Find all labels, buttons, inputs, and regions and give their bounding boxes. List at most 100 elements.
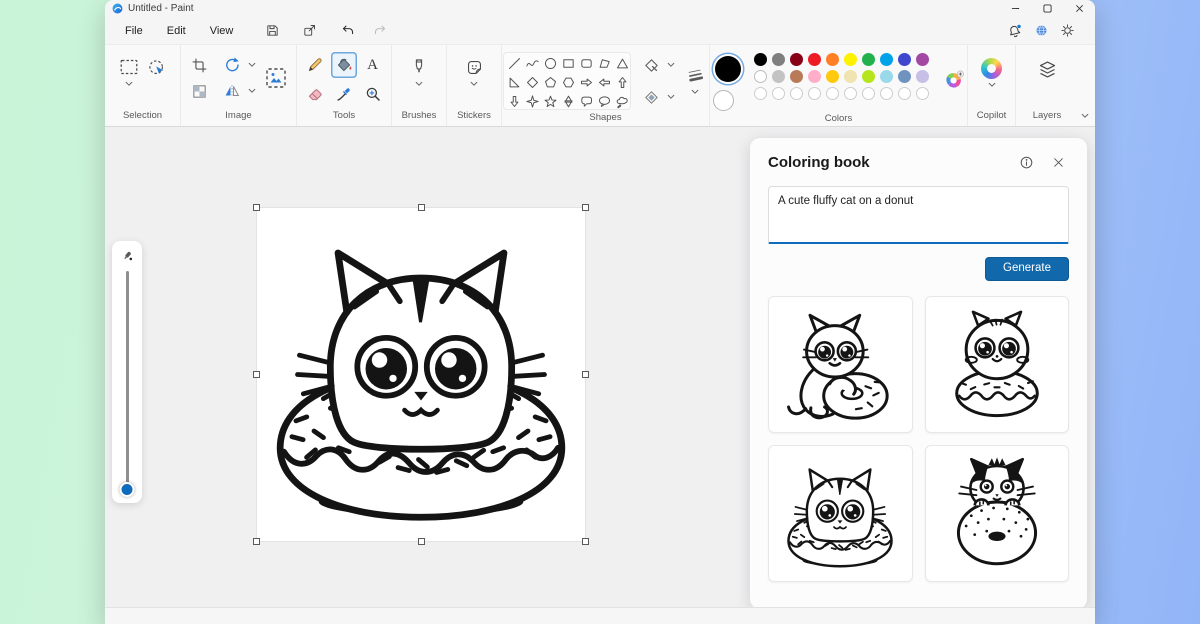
rectangle-select-tool[interactable]: [116, 54, 142, 80]
shape-curve[interactable]: [523, 54, 541, 73]
size-slider-thumb[interactable]: [120, 482, 135, 497]
shape-speech-oval[interactable]: [595, 92, 613, 110]
color-swatch-empty-6[interactable]: [862, 87, 875, 100]
text-tool[interactable]: A: [360, 52, 386, 78]
share-button[interactable]: [296, 20, 323, 41]
chevron-down-icon[interactable]: [666, 93, 676, 101]
chevron-down-icon[interactable]: [690, 88, 700, 96]
flip-tool[interactable]: [219, 78, 245, 104]
color-swatch-880015[interactable]: [790, 53, 803, 66]
prompt-input[interactable]: A cute fluffy cat on a donut: [768, 186, 1069, 244]
shape-hexagon[interactable]: [559, 73, 577, 92]
selection-handle-sw[interactable]: [253, 538, 260, 545]
shape-polygon[interactable]: [595, 54, 613, 73]
shape-speech-rounded[interactable]: [577, 92, 595, 110]
shape-oval[interactable]: [541, 54, 559, 73]
primary-color-swatch[interactable]: [715, 56, 741, 82]
maximize-button[interactable]: [1031, 0, 1063, 17]
drawing-canvas[interactable]: [257, 208, 585, 541]
account-button[interactable]: [1034, 23, 1049, 38]
shape-pentagon[interactable]: [541, 73, 559, 92]
color-swatch-empty-1[interactable]: [772, 87, 785, 100]
color-swatch-7092be[interactable]: [898, 70, 911, 83]
chevron-down-icon[interactable]: [247, 87, 257, 95]
shape-rounded-rectangle[interactable]: [577, 54, 595, 73]
generate-button[interactable]: Generate: [985, 257, 1069, 281]
color-swatch-ff7f27[interactable]: [826, 53, 839, 66]
menu-edit[interactable]: Edit: [155, 21, 198, 41]
undo-button[interactable]: [335, 20, 362, 41]
copilot-button[interactable]: [979, 55, 1005, 81]
edit-colors-button[interactable]: [941, 67, 967, 93]
settings-button[interactable]: [1060, 23, 1075, 38]
pencil-tool[interactable]: [302, 52, 328, 78]
color-swatch-ed1c24[interactable]: [808, 53, 821, 66]
panel-close-button[interactable]: [1047, 151, 1069, 173]
brushes-button[interactable]: [406, 54, 432, 80]
chevron-down-icon[interactable]: [469, 80, 479, 88]
selection-handle-e[interactable]: [582, 371, 589, 378]
shape-fill-button[interactable]: [638, 84, 664, 110]
color-swatch-00a2e8[interactable]: [880, 53, 893, 66]
thumbnail-cat-hugging-donut[interactable]: [768, 296, 913, 433]
color-swatch-empty-9[interactable]: [916, 87, 929, 100]
color-swatch-ffffff[interactable]: [754, 70, 767, 83]
color-swatch-empty-5[interactable]: [844, 87, 857, 100]
rotate-selection-tool[interactable]: [144, 55, 170, 81]
shape-triangle[interactable]: [613, 54, 631, 73]
resize-image-tool[interactable]: [261, 63, 291, 93]
color-swatch-empty-8[interactable]: [898, 87, 911, 100]
rotate-tool[interactable]: [219, 52, 245, 78]
color-swatch-000000[interactable]: [754, 53, 767, 66]
color-picker-tool[interactable]: [331, 81, 357, 107]
eraser-tool[interactable]: [302, 81, 328, 107]
stickers-button[interactable]: [461, 54, 487, 80]
shape-star-six[interactable]: [559, 92, 577, 110]
color-swatch-3f48cc[interactable]: [898, 53, 911, 66]
layers-button[interactable]: [1034, 56, 1060, 82]
save-button[interactable]: [259, 20, 286, 41]
shape-star-four[interactable]: [523, 92, 541, 110]
color-swatch-empty-0[interactable]: [754, 87, 767, 100]
color-swatch-b97a57[interactable]: [790, 70, 803, 83]
chevron-down-icon[interactable]: [666, 61, 676, 69]
shape-outline-button[interactable]: [638, 52, 664, 78]
selection-handle-se[interactable]: [582, 538, 589, 545]
color-swatch-c3c3c3[interactable]: [772, 70, 785, 83]
ribbon-collapse[interactable]: [1078, 45, 1095, 126]
shape-arrow-down[interactable]: [505, 92, 523, 110]
shape-rectangle[interactable]: [559, 54, 577, 73]
color-swatch-efe4b0[interactable]: [844, 70, 857, 83]
color-swatch-a349a4[interactable]: [916, 53, 929, 66]
selection-handle-s[interactable]: [418, 538, 425, 545]
shape-right-triangle[interactable]: [505, 73, 523, 92]
chevron-down-icon[interactable]: [987, 81, 997, 89]
color-swatch-ffc90e[interactable]: [826, 70, 839, 83]
shape-arrow-up[interactable]: [613, 73, 631, 92]
thumbnail-fluffy-cat-on-donut[interactable]: [925, 296, 1070, 433]
shape-diamond[interactable]: [523, 73, 541, 92]
remove-background-tool[interactable]: [187, 78, 213, 104]
color-swatch-7f7f7f[interactable]: [772, 53, 785, 66]
chevron-down-icon[interactable]: [124, 80, 134, 88]
redo-button[interactable]: [366, 20, 393, 41]
color-swatch-99d9ea[interactable]: [880, 70, 893, 83]
selection-handle-nw[interactable]: [253, 204, 260, 211]
color-swatch-empty-3[interactable]: [808, 87, 821, 100]
size-slider-track[interactable]: [126, 271, 129, 493]
minimize-button[interactable]: [999, 0, 1031, 17]
selection-handle-n[interactable]: [418, 204, 425, 211]
shape-star-five[interactable]: [541, 92, 559, 110]
notifications-button[interactable]: [1006, 23, 1023, 39]
selection-handle-w[interactable]: [253, 371, 260, 378]
shape-arrow-right[interactable]: [577, 73, 595, 92]
fill-tool[interactable]: [331, 52, 357, 78]
chevron-down-icon[interactable]: [414, 80, 424, 88]
thumbnail-cat-inside-donut[interactable]: [768, 445, 913, 582]
thumbnail-black-white-cat-behind-donut[interactable]: [925, 445, 1070, 582]
menu-file[interactable]: File: [113, 21, 155, 41]
selection-handle-ne[interactable]: [582, 204, 589, 211]
color-swatch-fff200[interactable]: [844, 53, 857, 66]
panel-info-button[interactable]: [1015, 151, 1037, 173]
color-swatch-ffaec9[interactable]: [808, 70, 821, 83]
